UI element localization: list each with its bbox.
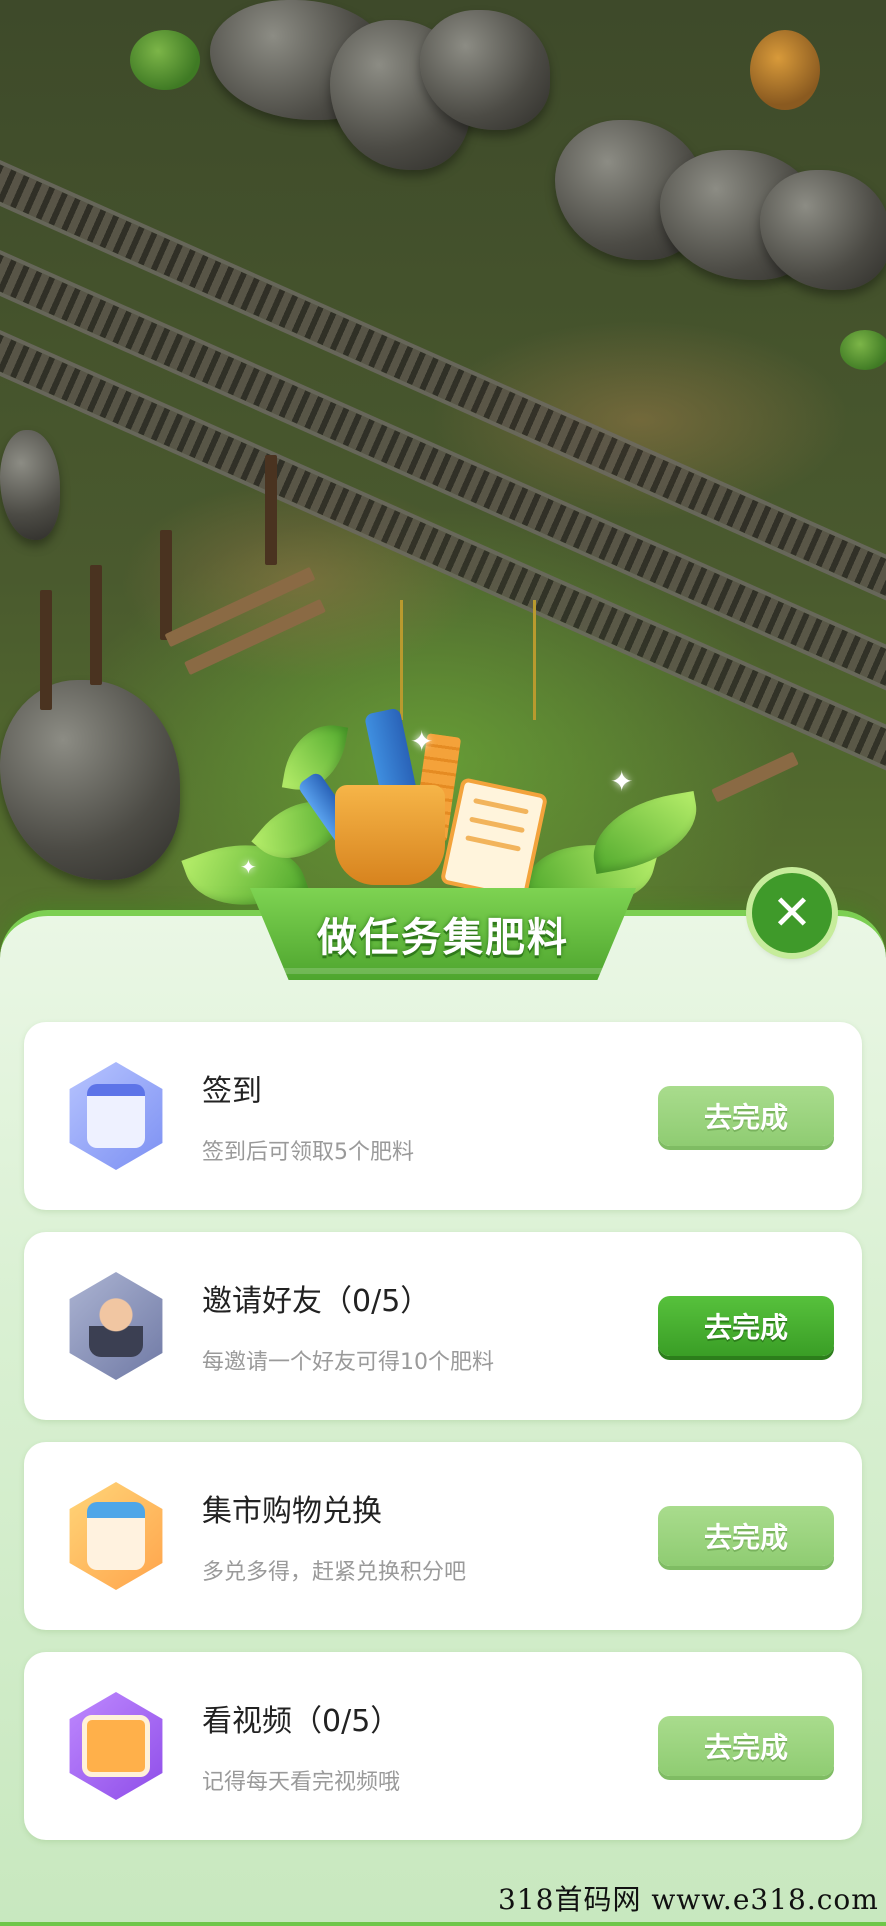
tv-icon xyxy=(69,1692,163,1800)
task-title: 签到 xyxy=(202,1074,262,1109)
leaf xyxy=(585,790,705,875)
bush xyxy=(840,330,886,370)
task-list: 签到 签到后可领取5个肥料 去完成 邀请好友（0/5） 每邀请一个好友可得10个… xyxy=(24,1022,862,1862)
task-card-invite: 邀请好友（0/5） 每邀请一个好友可得10个肥料 去完成 xyxy=(24,1232,862,1420)
panel-title: 做任务集肥料 xyxy=(317,915,569,961)
sparkle-icon: ✦ xyxy=(610,765,634,798)
task-description: 每邀请一个好友可得10个肥料 xyxy=(202,1350,494,1375)
task-title: 集市购物兑换 xyxy=(202,1494,382,1529)
pencil-pot xyxy=(335,785,445,885)
task-card-checkin: 签到 签到后可领取5个肥料 去完成 xyxy=(24,1022,862,1210)
close-icon: ✕ xyxy=(771,885,813,941)
task-description: 记得每天看完视频哦 xyxy=(202,1770,401,1795)
task-description: 多兑多得，赶紧兑换积分吧 xyxy=(202,1560,467,1585)
wood-post xyxy=(90,565,102,685)
title-banner: 做任务集肥料 xyxy=(250,888,636,980)
tree xyxy=(750,30,820,110)
task-title: 邀请好友（0/5） xyxy=(202,1284,431,1319)
wood-post xyxy=(160,530,172,640)
task-title: 看视频（0/5） xyxy=(202,1704,401,1739)
task-card-market: 集市购物兑换 多兑多得，赶紧兑换积分吧 去完成 xyxy=(24,1442,862,1630)
watermark: 318首码网 www.e318.com xyxy=(498,1883,879,1916)
wood-post xyxy=(40,590,52,710)
sparkle-icon: ✦ xyxy=(240,855,257,879)
wood-post xyxy=(265,455,277,565)
close-button[interactable]: ✕ xyxy=(752,873,832,953)
rock xyxy=(0,680,180,880)
complete-button-invite[interactable]: 去完成 xyxy=(658,1296,834,1356)
complete-button-video[interactable]: 去完成 xyxy=(658,1716,834,1776)
header-decoration: ✦ ✦ ✦ xyxy=(170,690,730,927)
shop-stall-icon xyxy=(69,1482,163,1590)
rock xyxy=(0,430,60,540)
user-avatar-icon xyxy=(69,1272,163,1380)
bush xyxy=(130,30,200,90)
sparkle-icon: ✦ xyxy=(410,725,434,758)
complete-button-checkin[interactable]: 去完成 xyxy=(658,1086,834,1146)
complete-button-market[interactable]: 去完成 xyxy=(658,1506,834,1566)
calendar-icon xyxy=(69,1062,163,1170)
task-description: 签到后可领取5个肥料 xyxy=(202,1140,414,1165)
task-card-video: 看视频（0/5） 记得每天看完视频哦 去完成 xyxy=(24,1652,862,1840)
